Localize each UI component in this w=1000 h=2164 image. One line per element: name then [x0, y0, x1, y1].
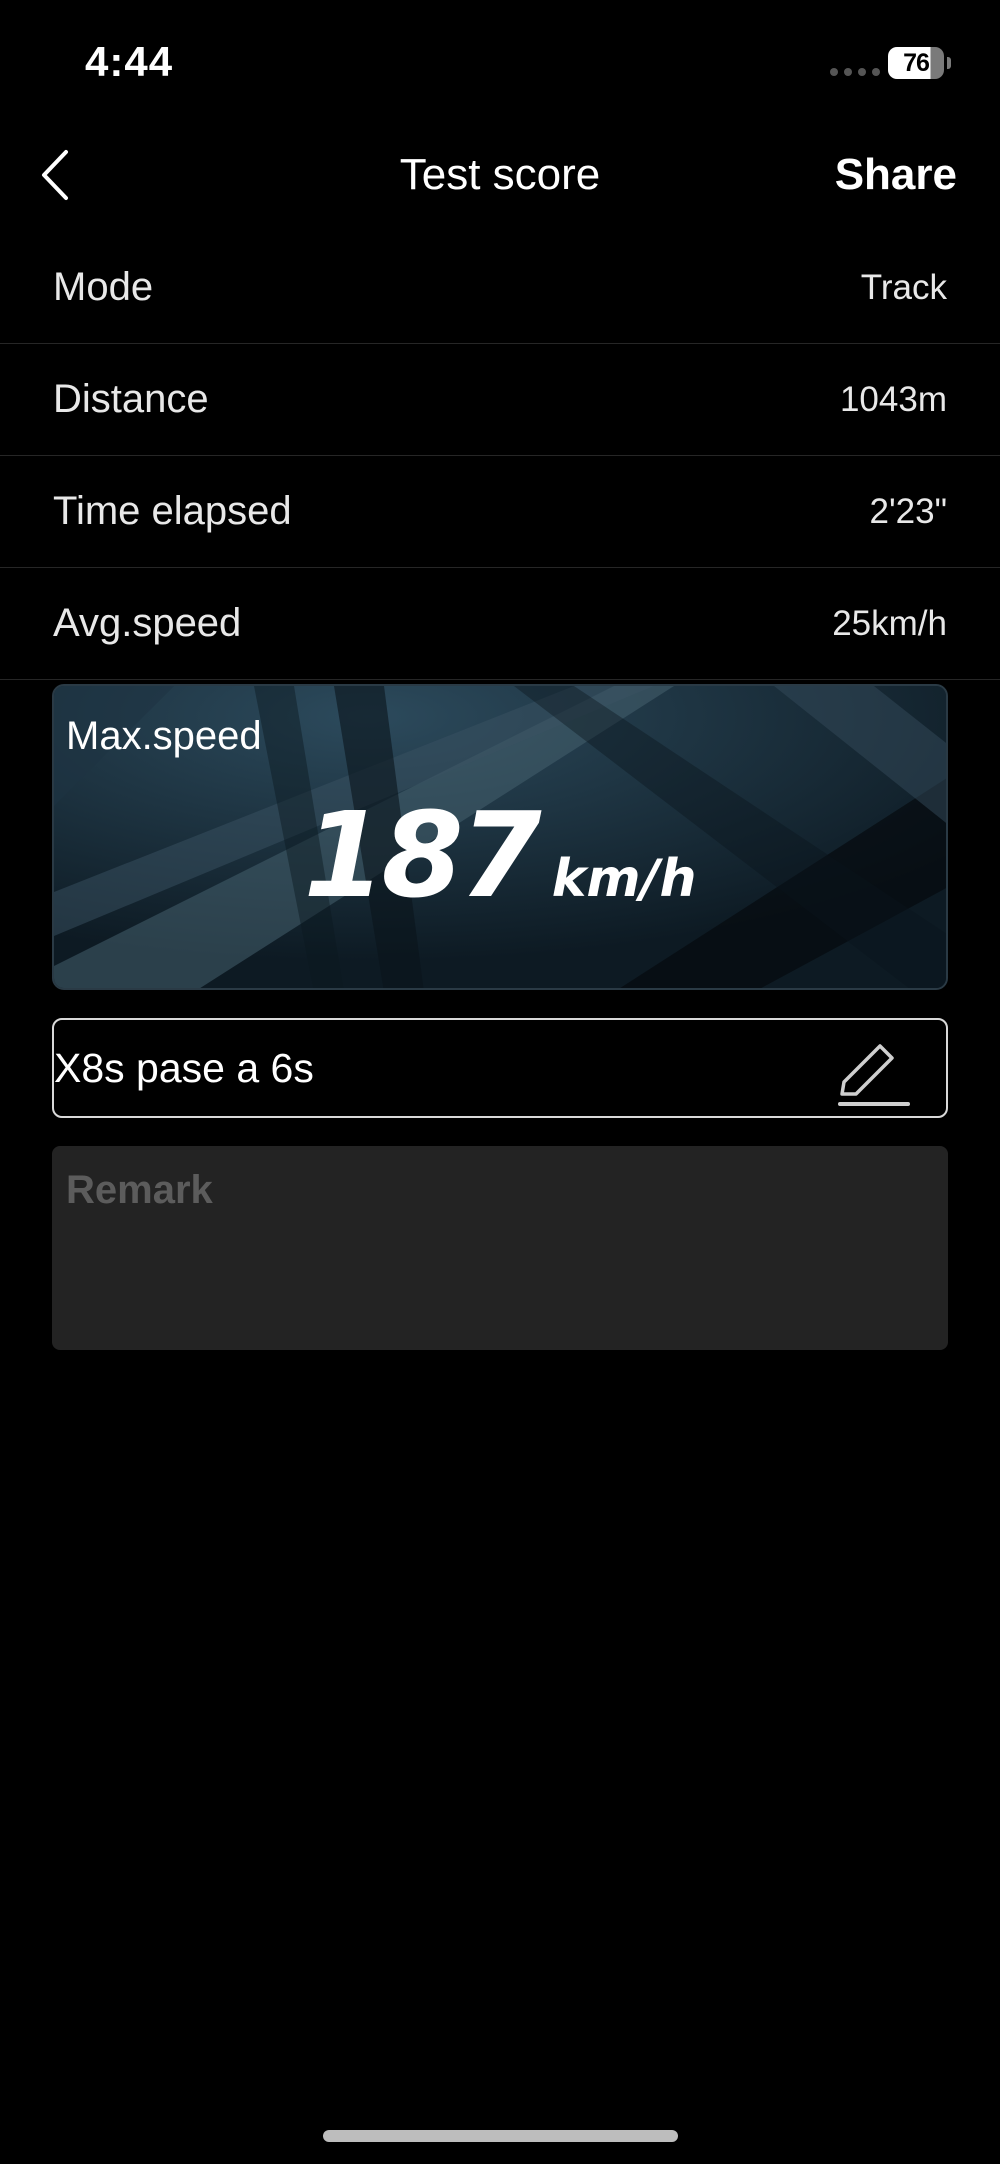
stat-label: Distance — [53, 377, 209, 421]
stat-label: Mode — [53, 265, 154, 309]
signal-icon — [830, 68, 880, 76]
remark-placeholder: Remark — [66, 1168, 213, 1212]
stat-label: Avg.speed — [53, 601, 242, 645]
stat-value: 1043m — [839, 379, 947, 419]
remark-textarea[interactable]: Remark — [52, 1146, 948, 1350]
status-time: 4:44 — [85, 38, 174, 85]
battery-icon: 76 — [888, 47, 944, 79]
stat-value: 25km/h — [832, 603, 947, 643]
max-speed-number: 187 — [303, 786, 541, 924]
stat-row-time-elapsed: Time elapsed 2'23" — [0, 456, 1000, 568]
max-speed-unit: km/h — [551, 849, 697, 909]
home-indicator — [323, 2130, 678, 2142]
max-speed-value: 187 km/h — [54, 786, 946, 924]
battery-tip — [947, 57, 951, 69]
stat-label: Time elapsed — [53, 489, 292, 533]
stat-row-mode: Mode Track — [0, 232, 1000, 344]
edit-name-button[interactable] — [834, 1032, 910, 1108]
stat-row-avg-speed: Avg.speed 25km/h — [0, 568, 1000, 680]
stat-value: Track — [860, 267, 947, 307]
share-button[interactable]: Share — [835, 150, 957, 200]
battery-level: 76 — [903, 48, 930, 77]
stat-value: 2'23" — [869, 491, 947, 531]
max-speed-label: Max.speed — [66, 714, 262, 758]
test-name-text: X8s pase a 6s — [54, 1044, 314, 1091]
stats-list: Mode Track Distance 1043m Time elapsed 2… — [0, 232, 1000, 680]
stat-row-distance: Distance 1043m — [0, 344, 1000, 456]
max-speed-card: Max.speed 187 km/h — [52, 684, 948, 990]
test-name-field[interactable]: X8s pase a 6s — [52, 1018, 948, 1118]
pencil-icon — [838, 1044, 910, 1106]
